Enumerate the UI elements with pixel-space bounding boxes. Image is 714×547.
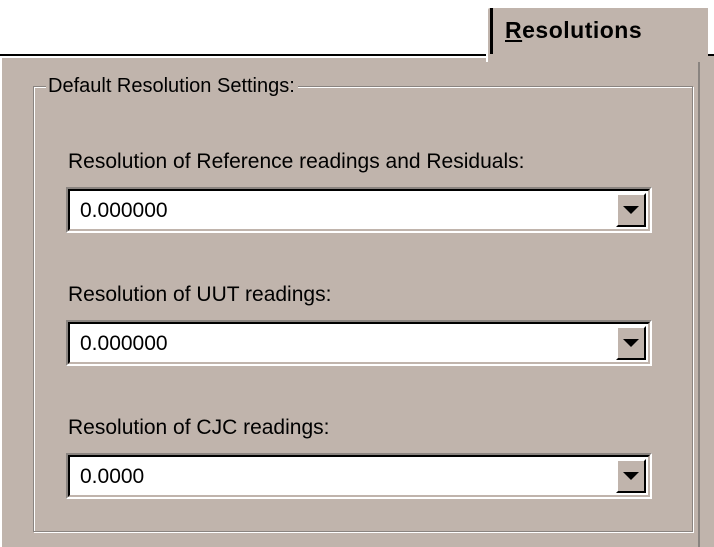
tab-resolutions-label[interactable]: Resolutions	[505, 17, 642, 44]
cjc-resolution-dropdown-button[interactable]	[616, 459, 646, 493]
cjc-resolution-combobox[interactable]: 0.0000	[66, 453, 652, 499]
reference-resolution-label: Resolution of Reference readings and Res…	[68, 150, 525, 173]
reference-resolution-dropdown-button[interactable]	[616, 193, 646, 227]
tab-accelerator: R	[505, 17, 523, 43]
tab-divider	[490, 8, 493, 54]
uut-resolution-label: Resolution of UUT readings:	[68, 283, 332, 306]
combobox-frame: 0.000000	[68, 322, 650, 364]
uut-resolution-dropdown-button[interactable]	[616, 326, 646, 360]
cjc-resolution-label: Resolution of CJC readings:	[68, 416, 330, 439]
combobox-frame: 0.0000	[68, 455, 650, 497]
reference-resolution-value[interactable]: 0.000000	[80, 199, 168, 223]
uut-resolution-value[interactable]: 0.000000	[80, 332, 168, 356]
chevron-down-icon	[623, 472, 639, 480]
combobox-frame: 0.000000	[68, 189, 650, 231]
chevron-down-icon	[623, 339, 639, 347]
cjc-resolution-value[interactable]: 0.0000	[80, 465, 144, 489]
tab-label-rest: esolutions	[522, 17, 643, 43]
uut-resolution-combobox[interactable]: 0.000000	[66, 320, 652, 366]
groupbox-title: Default Resolution Settings:	[46, 75, 298, 98]
reference-resolution-combobox[interactable]: 0.000000	[66, 187, 652, 233]
chevron-down-icon	[623, 206, 639, 214]
